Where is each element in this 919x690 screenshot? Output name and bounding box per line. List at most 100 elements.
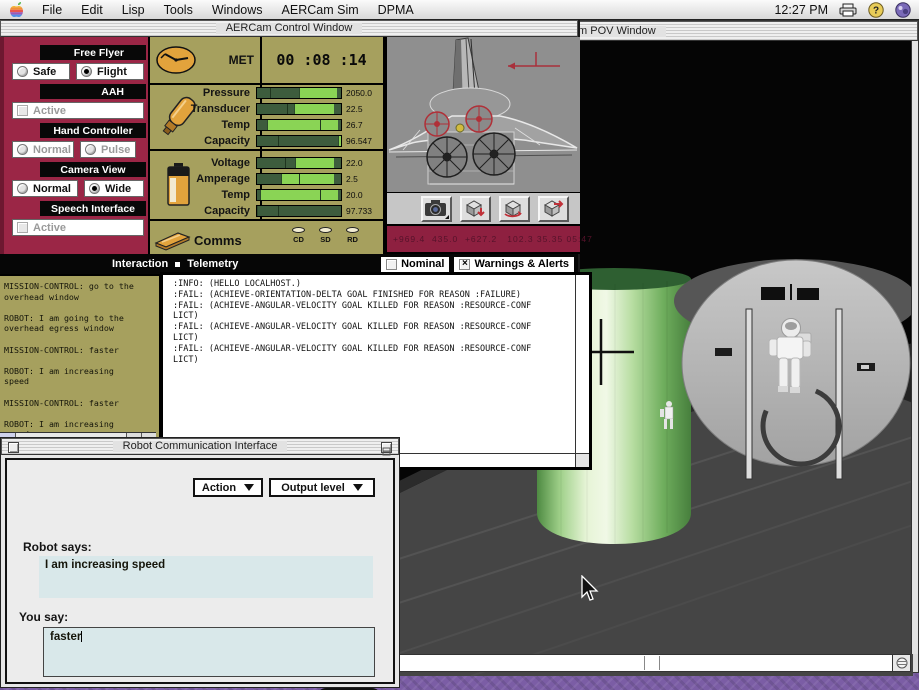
menu-lisp[interactable]: Lisp xyxy=(122,3,145,17)
zoom-box[interactable] xyxy=(381,442,392,456)
aercam-3d-view xyxy=(387,37,580,192)
interaction-transcript-pane: MISSION-CONTROL: go to the overhead wind… xyxy=(0,274,162,447)
gauge-value: 22.5 xyxy=(346,104,363,114)
radio-icon xyxy=(17,66,28,77)
led-sd: SD xyxy=(319,227,332,244)
gauge-value: 97.733 xyxy=(346,206,372,216)
close-box[interactable] xyxy=(8,442,19,453)
menu-aercam-sim[interactable]: AERCam Sim xyxy=(282,3,359,17)
help-icon[interactable]: ? xyxy=(868,2,884,18)
window-resize-grip[interactable] xyxy=(892,655,910,671)
you-say-label: You say: xyxy=(19,610,69,624)
menu-file[interactable]: File xyxy=(42,3,62,17)
snapshot-button[interactable] xyxy=(421,195,452,222)
comms-label: Comms xyxy=(194,233,242,248)
control-window-titlebar[interactable]: AERCam Control Window xyxy=(0,20,578,37)
gauge-label: Voltage xyxy=(211,157,250,169)
robot-says-label: Robot says: xyxy=(23,540,92,554)
radio-icon xyxy=(17,183,28,194)
checkbox-speech-active: Active xyxy=(12,219,144,236)
radio-pulse: Pulse xyxy=(80,141,136,158)
application-menu-icon[interactable] xyxy=(895,2,911,18)
voltage-gauge xyxy=(256,157,342,169)
console-vertical-scrollbar[interactable] xyxy=(575,275,589,453)
svg-text:?: ? xyxy=(873,6,879,17)
comms-icon xyxy=(154,232,191,251)
warnings-alerts-checkbox[interactable]: × Warnings & Alerts xyxy=(454,256,574,272)
gauge-value: 20.0 xyxy=(346,190,363,200)
gauge-label: Capacity xyxy=(204,205,250,217)
gauge-row-battery-temp: Temp 20.0 xyxy=(150,187,383,203)
position-status-readout: +969.4 435.0 +627.2 102.3 35.35 05:47 xyxy=(387,226,592,252)
menu-indicator xyxy=(445,214,449,219)
control-window-footer: Interaction Telemetry Nominal × Warnings… xyxy=(0,254,578,274)
comms-led-group: CD SD RD xyxy=(268,227,383,244)
gauge-row-tank-capacity: Capacity 96.547 xyxy=(150,133,383,149)
pov-scroll-thumb-edge xyxy=(659,656,660,670)
popup-label: Output level xyxy=(281,481,345,494)
menu-tools[interactable]: Tools xyxy=(164,3,193,17)
led-label: RD xyxy=(347,235,358,244)
amperage-gauge xyxy=(256,173,342,185)
section-header-aah: AAH xyxy=(40,84,146,99)
view-move-button[interactable] xyxy=(460,195,491,222)
tank-temp-gauge xyxy=(256,119,342,131)
radio-normal-view[interactable]: Normal xyxy=(12,180,78,197)
radio-wide-view[interactable]: Wide xyxy=(84,180,144,197)
panel-divider xyxy=(150,149,383,151)
radio-icon xyxy=(17,144,28,155)
robot-window-titlebar[interactable]: Robot Communication Interface xyxy=(1,438,399,456)
checkbox-icon xyxy=(386,258,398,270)
pov-vertical-scrollbar[interactable] xyxy=(911,41,918,654)
output-level-popup[interactable]: Output level xyxy=(269,478,375,497)
radio-flight[interactable]: Flight xyxy=(76,63,144,80)
gauge-value: 2.5 xyxy=(346,174,358,184)
mouse-cursor xyxy=(581,575,599,601)
radio-label: Flight xyxy=(97,65,127,78)
control-panels: Free Flyer Safe Flight AAH Active Hand C… xyxy=(0,37,592,254)
robot-says-field: I am increasing speed xyxy=(39,556,373,598)
telemetry-panel: MET 00 :08 :14 Pressure 2050.0 Transduce… xyxy=(148,37,385,254)
console-resize-corner[interactable] xyxy=(575,453,589,467)
console-output-text: :INFO: (HELLO LOCALHOST.) :FAIL: (ACHIEV… xyxy=(173,279,532,365)
menu-bar: File Edit Lisp Tools Windows AERCam Sim … xyxy=(0,0,919,20)
radio-safe[interactable]: Safe xyxy=(12,63,70,80)
radio-label: Normal xyxy=(33,182,71,195)
nominal-checkbox[interactable]: Nominal xyxy=(381,256,450,272)
action-popup[interactable]: Action xyxy=(193,478,263,497)
popup-arrow-icon xyxy=(244,484,255,491)
checkbox-label: Active xyxy=(33,221,67,234)
cube-down-arrow-icon xyxy=(465,199,485,217)
printer-icon[interactable] xyxy=(839,3,857,17)
battery-temp-gauge xyxy=(256,189,342,201)
interaction-label: Interaction xyxy=(112,258,169,270)
gauge-row-transducer: Transducer 22.5 xyxy=(150,101,383,117)
gauge-row-tank-temp: Temp 26.7 xyxy=(150,117,383,133)
popup-label: Action xyxy=(201,481,237,494)
robot-window-content: Action Output level Robot says: I am inc… xyxy=(5,458,395,690)
grip-icon xyxy=(896,657,907,669)
menu-edit[interactable]: Edit xyxy=(81,3,103,17)
gauge-row-voltage: Voltage 22.0 xyxy=(150,155,383,171)
section-header-free-flyer: Free Flyer xyxy=(40,45,146,60)
you-say-input[interactable]: faster xyxy=(43,627,375,677)
checkbox-aah-active: Active xyxy=(12,102,144,119)
view-pan-button[interactable] xyxy=(538,195,569,222)
text-caret xyxy=(81,631,83,643)
robot-window-title: Robot Communication Interface xyxy=(112,441,288,452)
tank-capacity-gauge xyxy=(256,135,342,147)
radio-label: Normal xyxy=(33,143,71,156)
menu-windows[interactable]: Windows xyxy=(212,3,263,17)
checkbox-label: Warnings & Alerts xyxy=(474,258,569,270)
menu-dpma[interactable]: DPMA xyxy=(378,3,414,17)
bullet-icon xyxy=(175,261,181,267)
radio-label: Pulse xyxy=(101,143,131,156)
apple-menu-icon[interactable] xyxy=(10,2,23,17)
radio-icon xyxy=(85,144,96,155)
zoom-box-icon xyxy=(382,447,391,456)
mode-panel: Free Flyer Safe Flight AAH Active Hand C… xyxy=(0,37,148,254)
led-label: SD xyxy=(320,235,331,244)
view-rotate-button[interactable] xyxy=(499,195,530,222)
robot-communication-window: Robot Communication Interface Action Out… xyxy=(0,437,400,690)
screen: AERCam POV Window AERCam Control Window … xyxy=(0,0,919,690)
